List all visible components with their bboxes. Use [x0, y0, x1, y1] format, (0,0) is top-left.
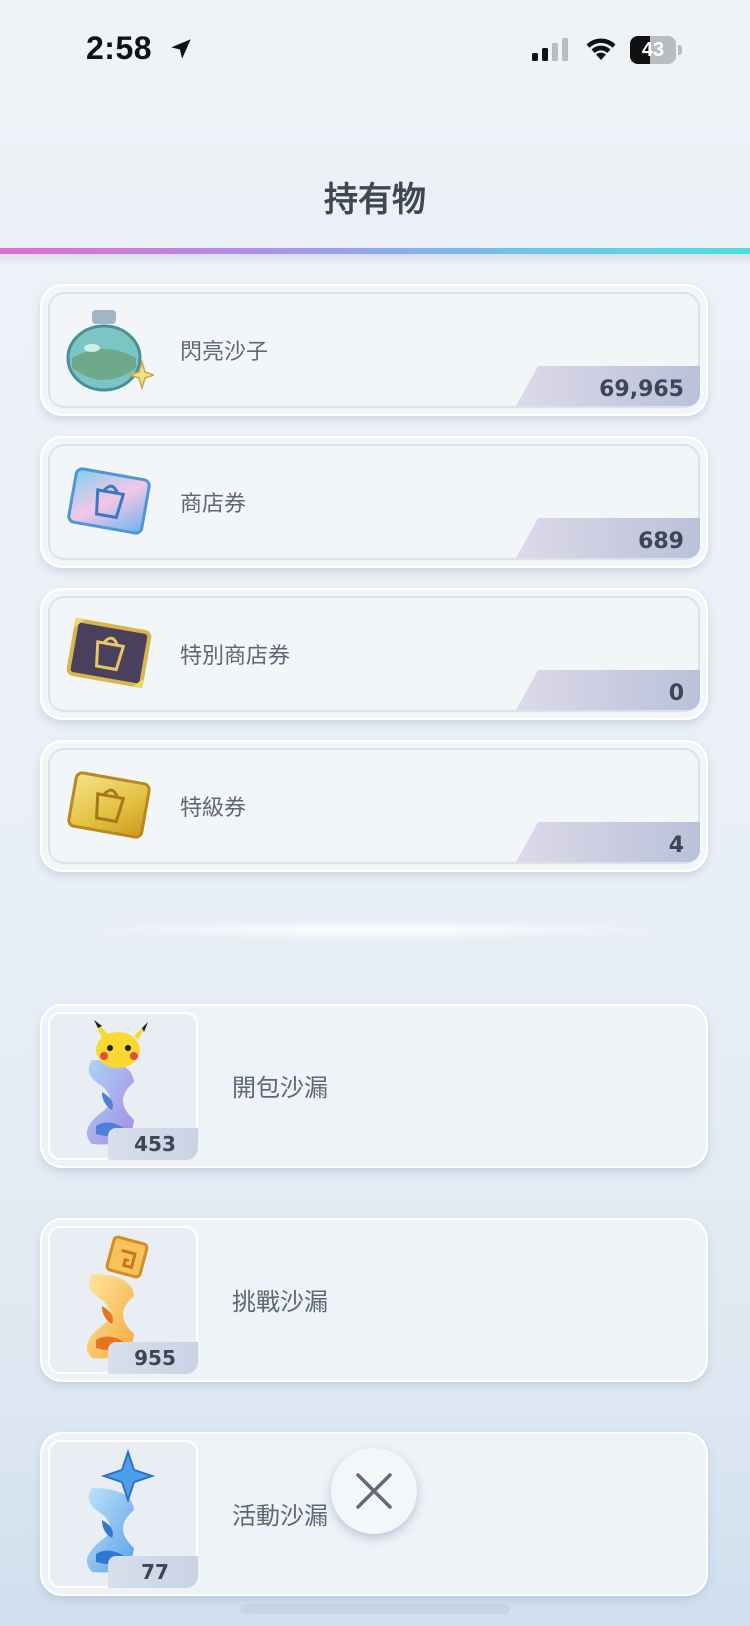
hourglass-thumbnail: 955	[48, 1226, 198, 1374]
hourglass-label: 開包沙漏	[232, 1074, 328, 1102]
currency-label: 商店券	[180, 492, 247, 517]
premium-ticket-icon	[67, 771, 151, 839]
hourglass-count: 77	[141, 1560, 169, 1584]
shiny-sand-jar-icon	[66, 310, 154, 392]
currency-card-special-shop-ticket[interactable]: 特別商店券 0	[40, 588, 708, 720]
currency-amount: 0	[668, 681, 684, 706]
close-button[interactable]	[331, 1448, 417, 1534]
currency-amount: 689	[638, 529, 684, 554]
hourglass-card-pack[interactable]: 453 開包沙漏	[40, 1004, 708, 1168]
home-indicator[interactable]	[240, 1604, 510, 1614]
currency-card-shop-ticket[interactable]: 商店券 689	[40, 436, 708, 568]
currency-card-premium-ticket[interactable]: 特級券 4	[40, 740, 708, 872]
currency-label: 特別商店券	[180, 644, 291, 669]
shop-ticket-icon	[67, 467, 151, 535]
hourglass-label: 挑戰沙漏	[232, 1288, 328, 1316]
hourglass-thumbnail: 77	[48, 1440, 198, 1588]
currency-amount: 69,965	[599, 377, 684, 402]
location-arrow-icon	[171, 39, 191, 59]
page-title: 持有物	[324, 180, 426, 220]
currency-label: 特級券	[180, 796, 247, 821]
status-bar: 2:58 43	[0, 0, 750, 100]
battery-percent: 43	[641, 39, 665, 61]
hourglass-count: 453	[134, 1132, 176, 1156]
status-time: 2:58	[86, 30, 153, 66]
currency-label: 閃亮沙子	[180, 340, 269, 365]
close-icon	[356, 1473, 392, 1509]
section-divider	[70, 920, 680, 940]
currency-card-shiny-sand[interactable]: 閃亮沙子 69,965	[40, 284, 708, 416]
wifi-icon	[586, 38, 616, 60]
hourglass-count: 955	[134, 1346, 176, 1370]
hourglass-card-challenge[interactable]: 955 挑戰沙漏	[40, 1218, 708, 1382]
hourglass-label: 活動沙漏	[232, 1502, 328, 1530]
battery-indicator: 43	[630, 36, 682, 64]
special-shop-ticket-icon	[66, 617, 152, 689]
currency-amount: 4	[668, 833, 684, 858]
hourglass-thumbnail: 453	[48, 1012, 198, 1160]
cellular-signal-icon	[532, 38, 568, 61]
